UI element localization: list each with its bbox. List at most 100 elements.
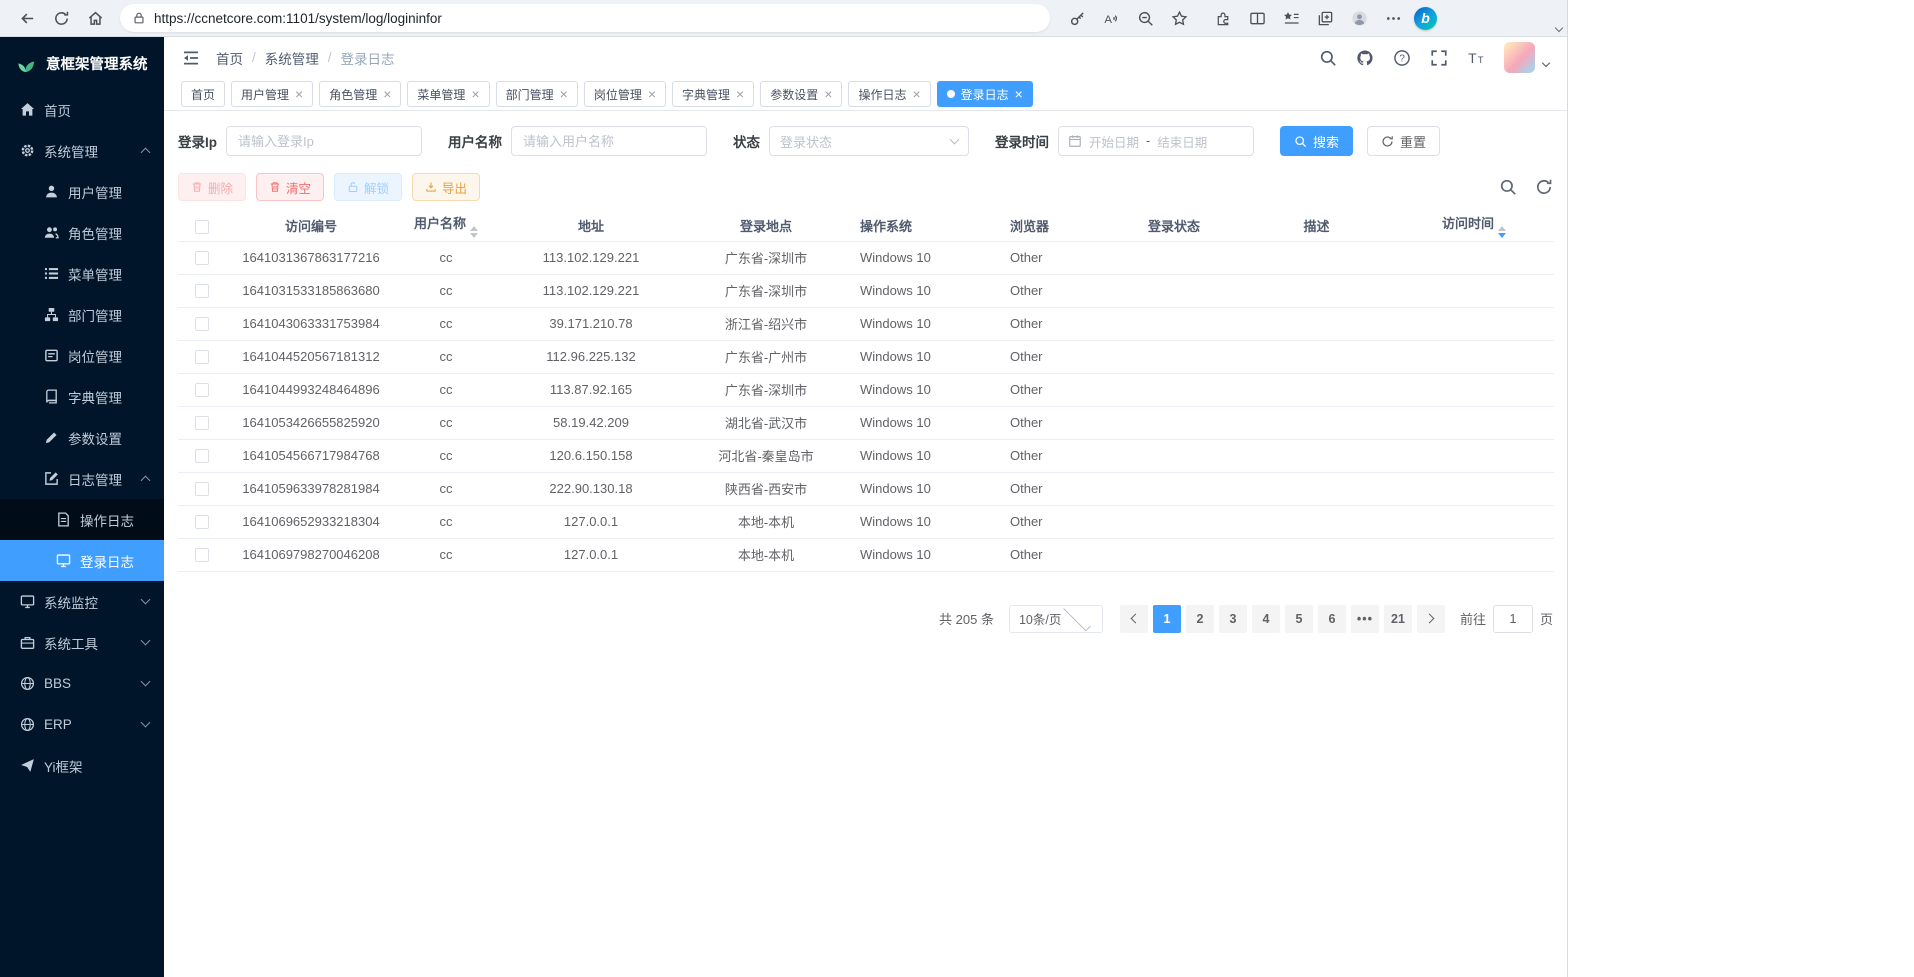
unlock-button[interactable]: 解锁: [334, 173, 402, 201]
tab-dict-mgmt[interactable]: 字典管理: [672, 81, 754, 107]
sidebar-item-dept-mgmt[interactable]: 部门管理: [0, 294, 164, 335]
tab-role-mgmt[interactable]: 角色管理: [319, 81, 401, 107]
browser-profile-avatar[interactable]: [1342, 4, 1376, 32]
reset-button[interactable]: 重置: [1367, 126, 1440, 156]
password-key-icon[interactable]: [1060, 4, 1094, 32]
row-checkbox[interactable]: [195, 548, 209, 562]
bing-chat-button[interactable]: b: [1414, 7, 1437, 30]
page-button-1[interactable]: 1: [1153, 605, 1181, 633]
close-icon[interactable]: [648, 87, 656, 101]
tab-user-mgmt[interactable]: 用户管理: [231, 81, 313, 107]
tab-op-log[interactable]: 操作日志: [848, 81, 930, 107]
row-checkbox[interactable]: [195, 515, 209, 529]
sidebar-item-sys-monitor[interactable]: 系统监控: [0, 581, 164, 622]
sidebar-item-sys-tools[interactable]: 系统工具: [0, 622, 164, 663]
status-select[interactable]: 登录状态: [769, 126, 969, 156]
split-screen-icon[interactable]: [1240, 4, 1274, 32]
favorites-bar-icon[interactable]: [1274, 4, 1308, 32]
sidebar-item-param-settings[interactable]: 参数设置: [0, 417, 164, 458]
browser-back-button[interactable]: [10, 4, 44, 32]
table-refresh-icon[interactable]: [1535, 178, 1553, 196]
github-icon[interactable]: [1356, 49, 1374, 67]
page-button-5[interactable]: 5: [1285, 605, 1313, 633]
close-icon[interactable]: [383, 87, 391, 101]
browser-home-button[interactable]: [78, 4, 112, 32]
app-logo[interactable]: 意框架管理系统: [0, 37, 164, 89]
page-button-last[interactable]: 21: [1384, 605, 1412, 633]
close-icon[interactable]: [1015, 87, 1023, 101]
help-icon[interactable]: [1393, 49, 1411, 67]
pager-ellipsis[interactable]: •••: [1351, 605, 1379, 633]
row-checkbox[interactable]: [195, 416, 209, 430]
sidebar-item-menu-mgmt[interactable]: 菜单管理: [0, 253, 164, 294]
sidebar-item-dict-mgmt[interactable]: 字典管理: [0, 376, 164, 417]
prev-page-button[interactable]: [1120, 605, 1148, 633]
sidebar-item-post-mgmt[interactable]: 岗位管理: [0, 335, 164, 376]
close-icon[interactable]: [912, 87, 920, 101]
bing-caret-icon[interactable]: [1555, 24, 1563, 32]
sidebar-item-erp[interactable]: ERP: [0, 704, 164, 745]
page-button-3[interactable]: 3: [1219, 605, 1247, 633]
search-button[interactable]: 搜索: [1280, 126, 1353, 156]
close-icon[interactable]: [295, 87, 303, 101]
sidebar-item-bbs[interactable]: BBS: [0, 663, 164, 704]
close-icon[interactable]: [824, 87, 832, 101]
sidebar-item-user-mgmt[interactable]: 用户管理: [0, 171, 164, 212]
row-checkbox[interactable]: [195, 284, 209, 298]
row-checkbox[interactable]: [195, 251, 209, 265]
row-checkbox[interactable]: [195, 317, 209, 331]
sort-caret-icon[interactable]: [1498, 226, 1506, 238]
row-checkbox[interactable]: [195, 482, 209, 496]
page-button-2[interactable]: 2: [1186, 605, 1214, 633]
tab-post-mgmt[interactable]: 岗位管理: [584, 81, 666, 107]
select-all-checkbox[interactable]: [195, 220, 209, 234]
ip-input[interactable]: [226, 126, 422, 156]
date-range-picker[interactable]: 开始日期 - 结束日期: [1058, 126, 1254, 156]
font-size-icon[interactable]: [1467, 49, 1485, 67]
row-checkbox[interactable]: [195, 383, 209, 397]
sidebar-item-system-mgmt[interactable]: 系统管理: [0, 130, 164, 171]
fullscreen-icon[interactable]: [1430, 49, 1448, 67]
sidebar-item-home[interactable]: 首页: [0, 89, 164, 130]
tab-menu-mgmt[interactable]: 菜单管理: [407, 81, 489, 107]
close-icon[interactable]: [736, 87, 744, 101]
username-input[interactable]: [511, 126, 707, 156]
page-size-select[interactable]: 10条/页: [1009, 605, 1103, 633]
menu-collapse-icon[interactable]: [182, 49, 200, 67]
goto-input[interactable]: [1493, 605, 1533, 633]
tab-home[interactable]: 首页: [181, 81, 225, 107]
breadcrumb-home[interactable]: 首页: [216, 48, 243, 68]
table-search-toggle-icon[interactable]: [1499, 178, 1517, 196]
address-bar[interactable]: https://ccnetcore.com:1101/system/log/lo…: [120, 4, 1050, 32]
next-page-button[interactable]: [1417, 605, 1445, 633]
page-button-4[interactable]: 4: [1252, 605, 1280, 633]
sidebar-item-login-log[interactable]: 登录日志: [0, 540, 164, 581]
sidebar-item-op-log[interactable]: 操作日志: [0, 499, 164, 540]
sidebar-item-role-mgmt[interactable]: 角色管理: [0, 212, 164, 253]
delete-button[interactable]: 删除: [178, 173, 246, 201]
close-icon[interactable]: [560, 87, 568, 101]
row-checkbox[interactable]: [195, 350, 209, 364]
tab-dept-mgmt[interactable]: 部门管理: [496, 81, 578, 107]
sort-caret-icon[interactable]: [470, 226, 478, 238]
close-icon[interactable]: [471, 87, 479, 101]
browser-menu-icon[interactable]: [1376, 4, 1410, 32]
clear-button[interactable]: 清空: [256, 173, 324, 201]
browser-refresh-button[interactable]: [44, 4, 78, 32]
sidebar-item-log-mgmt[interactable]: 日志管理: [0, 458, 164, 499]
tab-login-log[interactable]: 登录日志: [937, 81, 1033, 107]
favorites-icon[interactable]: [1162, 4, 1196, 32]
row-checkbox[interactable]: [195, 449, 209, 463]
extensions-icon[interactable]: [1206, 4, 1240, 32]
collections-icon[interactable]: [1308, 4, 1342, 32]
export-button[interactable]: 导出: [412, 173, 480, 201]
read-aloud-icon[interactable]: [1094, 4, 1128, 32]
tab-param-settings[interactable]: 参数设置: [760, 81, 842, 107]
user-avatar[interactable]: [1504, 42, 1535, 73]
zoom-icon[interactable]: [1128, 4, 1162, 32]
header-search-icon[interactable]: [1319, 49, 1337, 67]
breadcrumb-system[interactable]: 系统管理: [265, 48, 319, 68]
col-username[interactable]: 用户名称: [396, 211, 496, 241]
page-button-6[interactable]: 6: [1318, 605, 1346, 633]
col-time[interactable]: 访问时间: [1394, 211, 1554, 241]
